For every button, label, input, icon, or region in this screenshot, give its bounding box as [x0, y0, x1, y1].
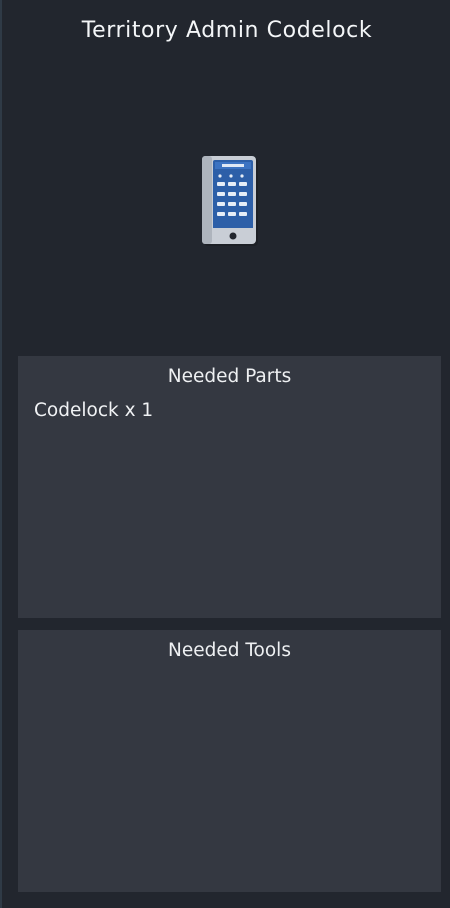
- needed-parts-title: Needed Parts: [167, 366, 292, 387]
- list-item: Codelock x 1: [34, 400, 154, 421]
- needed-parts-list: Codelock x 1: [34, 399, 425, 423]
- item-preview: [198, 152, 262, 250]
- needed-tools-title: Needed Tools: [168, 640, 291, 661]
- needed-parts-section: Needed Parts Codelock x 1: [18, 356, 441, 618]
- crafting-detail-panel: Territory Admin Codelock Needed Parts Co…: [0, 0, 450, 908]
- item-title: Territory Admin Codelock: [81, 18, 373, 43]
- codelock-keypad-icon: [202, 156, 258, 246]
- needed-tools-section: Needed Tools: [18, 630, 441, 892]
